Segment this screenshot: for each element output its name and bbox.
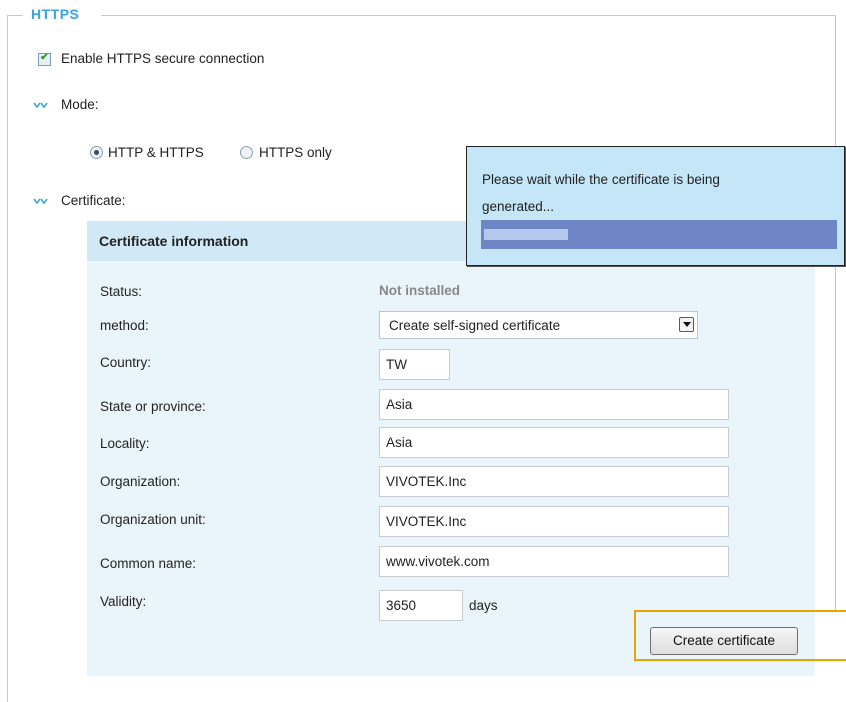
common-name-input[interactable]: www.vivotek.com: [379, 546, 729, 577]
locality-input[interactable]: Asia: [379, 427, 729, 458]
state-label: State or province:: [100, 399, 206, 414]
progress-bar: [481, 220, 837, 249]
validity-label: Validity:: [100, 594, 147, 609]
validity-unit-label: days: [469, 598, 498, 613]
chevron-down-icon: [683, 322, 691, 327]
radio-https-only-label[interactable]: HTTPS only: [259, 145, 332, 160]
org-unit-label: Organization unit:: [100, 512, 206, 527]
status-label: Status:: [100, 284, 143, 299]
validity-input[interactable]: 3650: [379, 590, 463, 621]
status-value: Not installed: [379, 283, 461, 298]
country-label: Country:: [100, 355, 152, 370]
progress-popup: Please wait while the certificate is bei…: [466, 146, 845, 266]
section-legend: HTTPS: [31, 6, 80, 22]
radio-http-https-label[interactable]: HTTP & HTTPS: [108, 145, 204, 160]
radio-http-https[interactable]: [90, 146, 103, 159]
progress-bar-fill: [484, 229, 568, 240]
organization-input[interactable]: VIVOTEK.Inc: [379, 466, 729, 497]
org-unit-input[interactable]: VIVOTEK.Inc: [379, 506, 729, 537]
organization-label: Organization:: [100, 474, 181, 489]
common-name-label: Common name:: [100, 556, 197, 571]
dropdown-button[interactable]: [679, 317, 694, 332]
method-select[interactable]: Create self-signed certificate: [379, 311, 698, 339]
mode-label: Mode:: [61, 97, 99, 112]
create-certificate-button[interactable]: Create certificate: [650, 627, 798, 655]
checkmark-icon: ✔: [40, 52, 49, 63]
enable-https-label[interactable]: Enable HTTPS secure connection: [61, 51, 264, 66]
locality-label: Locality:: [100, 436, 150, 451]
method-label: method:: [100, 318, 149, 333]
radio-selected-dot: [94, 150, 99, 155]
expand-arrows-icon[interactable]: [33, 197, 49, 207]
expand-arrows-icon[interactable]: [33, 101, 49, 111]
certificate-label: Certificate:: [61, 193, 126, 208]
radio-https-only[interactable]: [240, 146, 253, 159]
fieldset-border-right: [835, 15, 836, 610]
popup-message-line1: Please wait while the certificate is bei…: [482, 172, 720, 187]
popup-message-line2: generated...: [482, 199, 555, 214]
state-input[interactable]: Asia: [379, 389, 729, 420]
https-settings-page: HTTPS ✔ Enable HTTPS secure connection M…: [0, 0, 846, 702]
fieldset-border-left: [7, 15, 8, 702]
fieldset-border-top-left: [7, 15, 23, 16]
certificate-info-title: Certificate information: [99, 233, 249, 249]
enable-https-checkbox[interactable]: ✔: [38, 52, 51, 66]
country-input[interactable]: TW: [379, 349, 450, 380]
method-select-value: Create self-signed certificate: [389, 318, 561, 333]
fieldset-border-top-right: [101, 15, 835, 16]
